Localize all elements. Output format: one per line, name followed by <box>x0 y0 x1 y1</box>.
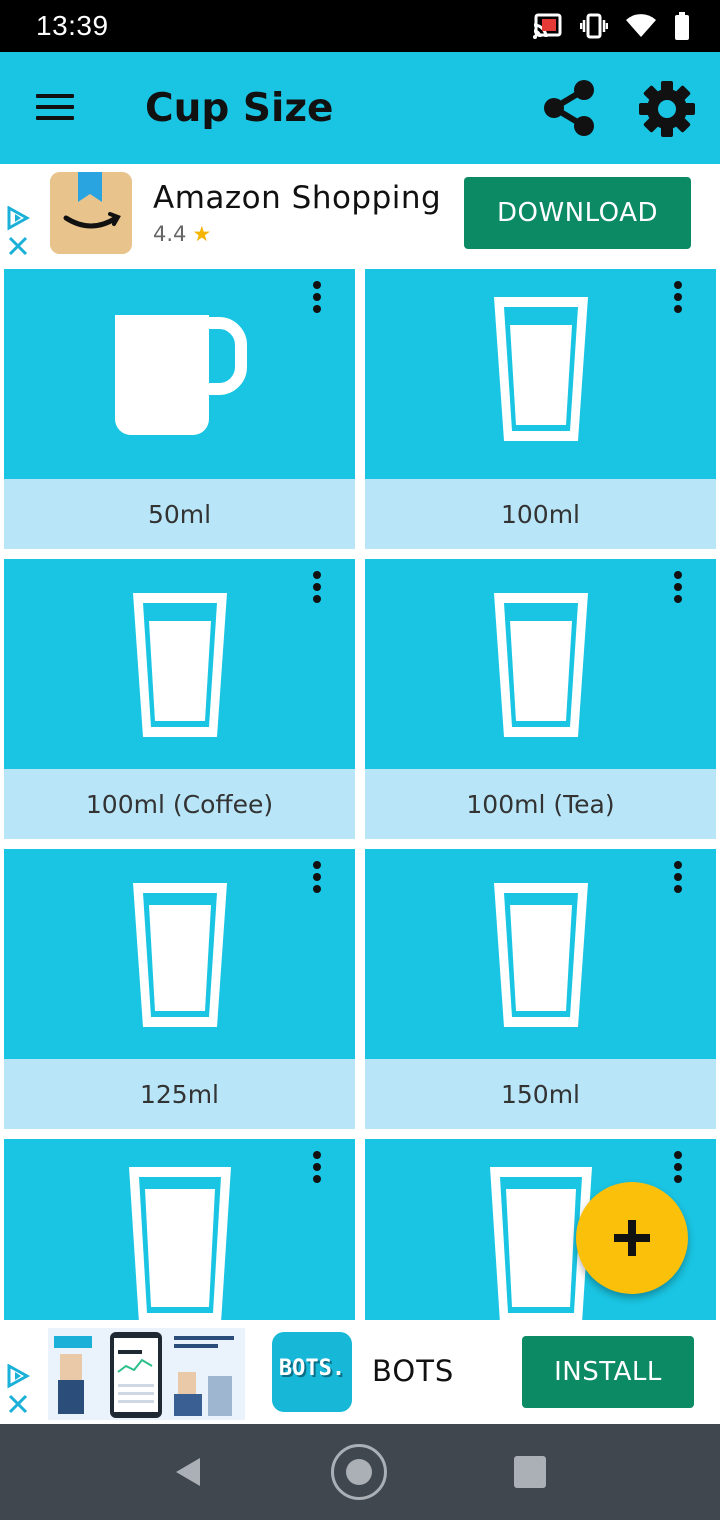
cup-image <box>4 559 355 769</box>
more-options-icon[interactable] <box>309 571 325 607</box>
cup-label: 125ml <box>4 1059 355 1129</box>
status-icons <box>532 12 690 44</box>
ad-app-name[interactable]: BOTS <box>372 1354 454 1388</box>
settings-icon[interactable] <box>638 80 696 138</box>
recents-icon[interactable] <box>514 1456 546 1488</box>
app-bar: Cup Size <box>0 52 720 164</box>
bots-app-icon: BOTS. <box>272 1332 352 1412</box>
cup-card[interactable]: 50ml <box>4 269 355 549</box>
cup-card[interactable]: 125ml <box>4 849 355 1129</box>
ad-choices-icon[interactable] <box>6 205 31 262</box>
ad-banner-top[interactable]: Amazon Shopping 4.4 ★ DOWNLOAD <box>0 164 720 264</box>
glass-icon <box>493 593 588 737</box>
more-options-icon[interactable] <box>309 861 325 897</box>
cup-card[interactable]: 100ml <box>365 269 716 549</box>
more-options-icon[interactable] <box>670 281 686 317</box>
share-icon[interactable] <box>542 80 596 136</box>
add-cup-button[interactable] <box>576 1182 688 1294</box>
cup-label: 50ml <box>4 479 355 549</box>
cup-image <box>4 1139 355 1320</box>
ad-banner-bottom[interactable]: BOTS. BOTS INSTALL <box>0 1320 720 1424</box>
ad-rating: 4.4 ★ <box>153 222 211 246</box>
status-bar: 13:39 <box>0 0 720 52</box>
vibrate-icon <box>579 12 609 44</box>
wifi-icon <box>626 14 656 42</box>
more-options-icon[interactable] <box>670 1151 686 1187</box>
cast-icon <box>532 13 562 43</box>
home-icon[interactable] <box>331 1444 387 1500</box>
ad-choices-icon[interactable] <box>6 1363 31 1420</box>
cup-image <box>4 849 355 1059</box>
cup-card[interactable]: 100ml (Tea) <box>365 559 716 839</box>
cup-image <box>4 269 355 479</box>
bots-icon-text: BOTS. <box>278 1356 346 1381</box>
ad-rating-value: 4.4 <box>153 222 187 246</box>
cup-card[interactable]: 100ml (Coffee) <box>4 559 355 839</box>
cup-card[interactable] <box>4 1139 355 1320</box>
cup-label: 150ml <box>365 1059 716 1129</box>
amazon-app-icon <box>50 172 132 254</box>
more-options-icon[interactable] <box>309 281 325 317</box>
cup-card[interactable]: 150ml <box>365 849 716 1129</box>
glass-icon <box>128 1167 231 1320</box>
cup-image <box>365 849 716 1059</box>
glass-icon <box>493 297 588 441</box>
system-nav-bar <box>0 1424 720 1520</box>
more-options-icon[interactable] <box>670 861 686 897</box>
cup-image <box>365 269 716 479</box>
glass-icon <box>132 593 227 737</box>
menu-icon[interactable] <box>36 94 76 124</box>
glass-icon <box>493 883 588 1027</box>
star-icon: ★ <box>192 222 212 246</box>
install-button[interactable]: INSTALL <box>522 1336 694 1408</box>
download-button[interactable]: DOWNLOAD <box>464 177 691 249</box>
battery-icon <box>674 12 690 44</box>
mug-icon <box>114 315 247 435</box>
more-options-icon[interactable] <box>309 1151 325 1187</box>
glass-icon <box>132 883 227 1027</box>
ad-app-name[interactable]: Amazon Shopping <box>153 180 441 216</box>
cup-label: 100ml (Coffee) <box>4 769 355 839</box>
cup-size-grid: 50ml 100ml 100ml (Coffee) 100ml (Tea) 12… <box>0 264 720 1320</box>
plus-icon <box>614 1220 650 1256</box>
cup-image <box>365 559 716 769</box>
more-options-icon[interactable] <box>670 571 686 607</box>
back-icon[interactable] <box>172 1456 204 1492</box>
page-title: Cup Size <box>145 86 334 131</box>
cup-label: 100ml <box>365 479 716 549</box>
cup-label: 100ml (Tea) <box>365 769 716 839</box>
ad-promo-image[interactable] <box>48 1328 245 1420</box>
status-time: 13:39 <box>36 10 109 41</box>
